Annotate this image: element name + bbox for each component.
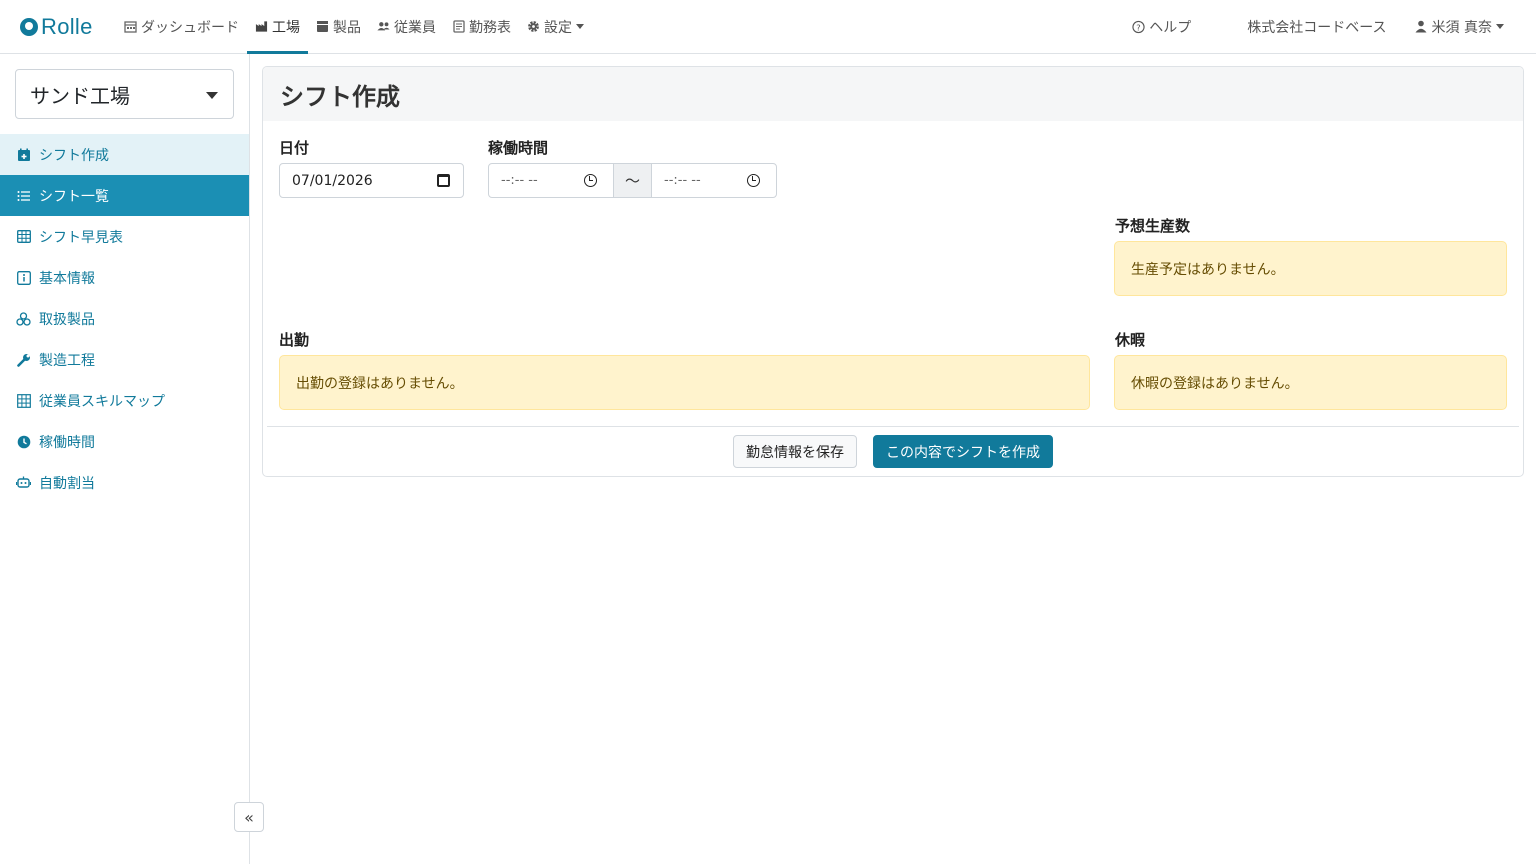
clock-icon[interactable] — [584, 174, 597, 187]
sidebar-item-label: 基本情報 — [39, 270, 95, 287]
date-input-value: 07/01/2026 — [292, 172, 373, 189]
sidebar-item-operating-hours[interactable]: 稼働時間 — [0, 421, 249, 462]
leave-label: 休暇 — [1115, 331, 1146, 349]
sidebar-item-label: シフト作成 — [39, 147, 109, 164]
nav-employees[interactable]: 従業員 — [369, 0, 444, 53]
grid-icon — [16, 393, 31, 408]
chevron-down-icon — [576, 24, 584, 29]
time-range-separator: 〜 — [613, 164, 652, 197]
factory-select[interactable]: サンド工場 — [15, 69, 234, 119]
forecast-empty-alert: 生産予定はありません。 — [1114, 241, 1507, 296]
brand-name: Rolle — [41, 13, 93, 39]
robot-icon — [16, 475, 31, 490]
nav-factory[interactable]: 工場 — [247, 0, 308, 54]
date-input[interactable]: 07/01/2026 — [279, 163, 464, 198]
gear-icon — [527, 20, 540, 33]
industry-icon — [255, 20, 268, 33]
save-attendance-button[interactable]: 勤怠情報を保存 — [733, 435, 857, 468]
nav-roster-label: 勤務表 — [469, 19, 511, 36]
clock-icon — [16, 434, 31, 449]
sidebar-item-shift-create[interactable]: シフト作成 — [0, 134, 249, 175]
sidebar-item-label: 製造工程 — [39, 352, 95, 369]
nav-factory-label: 工場 — [272, 19, 300, 36]
chevron-down-icon — [206, 92, 218, 99]
nav-products[interactable]: 製品 — [308, 0, 369, 53]
shift-create-card: シフト作成 日付 07/01/2026 稼働時間 --:-- -- 〜 --:-… — [262, 66, 1524, 477]
create-shift-button[interactable]: この内容でシフトを作成 — [873, 435, 1053, 468]
svg-text:?: ? — [1137, 22, 1141, 32]
user-menu[interactable]: 米須 真奈 — [1401, 0, 1518, 53]
leave-empty-alert: 休暇の登録はありません。 — [1114, 355, 1507, 410]
sidebar-item-label: シフト一覧 — [39, 188, 109, 205]
table-icon — [16, 229, 31, 244]
forecast-empty-text: 生産予定はありません。 — [1131, 261, 1285, 278]
nav-products-label: 製品 — [333, 19, 361, 36]
operating-hours-range: --:-- -- 〜 --:-- -- — [488, 163, 777, 198]
nav-employees-label: 従業員 — [394, 19, 436, 36]
logo-mark-icon — [20, 17, 38, 36]
sidebar-item-label: 自動割当 — [39, 475, 95, 492]
sidebar-item-label: シフト早見表 — [39, 229, 123, 246]
factory-select-value: サンド工場 — [30, 83, 130, 108]
company-name: 株式会社コードベース — [1233, 0, 1400, 53]
end-time-input[interactable]: --:-- -- — [652, 164, 776, 197]
start-time-value: --:-- -- — [501, 173, 538, 188]
operating-hours-label: 稼働時間 — [488, 139, 549, 157]
clock-icon[interactable] — [747, 174, 760, 187]
sidebar-item-label: 取扱製品 — [39, 311, 95, 328]
sidebar-item-products[interactable]: 取扱製品 — [0, 298, 249, 339]
page-title: シフト作成 — [263, 67, 1523, 121]
start-time-input[interactable]: --:-- -- — [489, 164, 613, 197]
sidebar-item-shift-overview[interactable]: シフト早見表 — [0, 216, 249, 257]
question-circle-icon: ? — [1132, 20, 1145, 33]
calendar-icon — [124, 20, 137, 33]
sidebar-item-auto-assign[interactable]: 自動割当 — [0, 462, 249, 503]
chevron-down-icon — [1496, 24, 1504, 29]
date-label: 日付 — [279, 139, 310, 157]
sidebar-item-basic-info[interactable]: 基本情報 — [0, 257, 249, 298]
nav-dashboard[interactable]: ダッシュボード — [116, 0, 247, 53]
sidebar-item-shift-list[interactable]: シフト一覧 — [0, 175, 249, 216]
sidebar-item-processes[interactable]: 製造工程 — [0, 339, 249, 380]
wrench-icon — [16, 352, 31, 367]
list-icon — [16, 188, 31, 203]
nav-dashboard-label: ダッシュボード — [141, 19, 239, 36]
sidebar-menu: シフト作成 シフト一覧 シフト早見表 基本情報 取扱製品 製造工程 従業員スキル… — [0, 134, 249, 503]
leave-empty-text: 休暇の登録はありません。 — [1131, 375, 1299, 392]
end-time-value: --:-- -- — [664, 173, 701, 188]
top-navbar: Rolle ダッシュボード 工場 製品 従業員 勤務表 設定 ? ヘルプ 株式会… — [0, 0, 1536, 54]
calendar-plus-icon — [16, 147, 31, 162]
users-icon — [377, 20, 390, 33]
nav-roster[interactable]: 勤務表 — [444, 0, 519, 53]
company-name-label: 株式会社コードベース — [1247, 19, 1387, 36]
calendar-icon[interactable] — [437, 174, 450, 187]
box-icon — [316, 20, 329, 33]
nav-settings-dropdown[interactable]: 設定 — [519, 0, 592, 53]
user-name: 米須 真奈 — [1431, 19, 1492, 36]
document-icon — [452, 20, 465, 33]
nav-settings-label: 設定 — [544, 19, 572, 36]
user-icon — [1415, 20, 1428, 33]
card-footer-divider — [267, 426, 1519, 427]
nav-help-label: ヘルプ — [1149, 19, 1192, 36]
attendance-label: 出勤 — [279, 331, 310, 349]
double-chevron-left-icon: « — [244, 807, 254, 827]
info-icon — [16, 270, 31, 285]
sidebar-item-skill-map[interactable]: 従業員スキルマップ — [0, 380, 249, 421]
nav-help[interactable]: ? ヘルプ — [1118, 0, 1205, 53]
sidebar: サンド工場 シフト作成 シフト一覧 シフト早見表 基本情報 取扱製品 製造工程 … — [0, 54, 264, 864]
sidebar-item-label: 従業員スキルマップ — [39, 393, 165, 410]
sidebar-collapse-button[interactable]: « — [234, 802, 264, 832]
boxes-icon — [16, 311, 31, 326]
forecast-label: 予想生産数 — [1115, 217, 1191, 235]
brand-logo[interactable]: Rolle — [0, 0, 116, 53]
sidebar-item-label: 稼働時間 — [39, 434, 95, 451]
attendance-empty-alert: 出勤の登録はありません。 — [279, 355, 1090, 410]
attendance-empty-text: 出勤の登録はありません。 — [296, 375, 464, 392]
